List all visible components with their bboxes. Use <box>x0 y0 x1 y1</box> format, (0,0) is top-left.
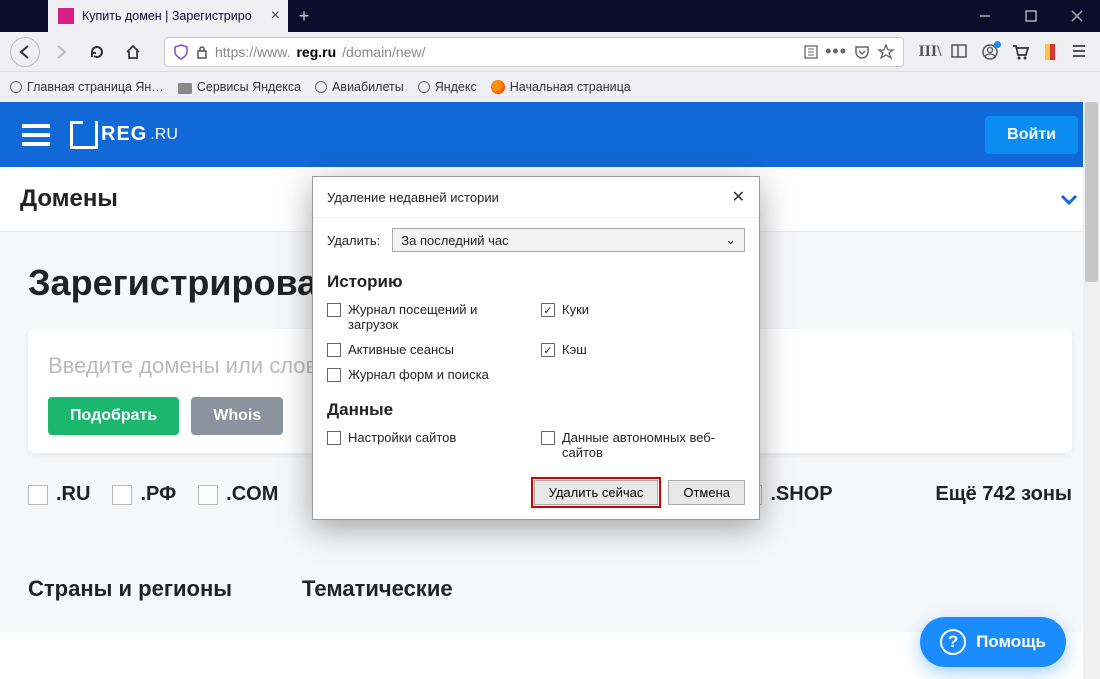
titlebar: Купить домен | Зарегистриро × + <box>0 0 1100 32</box>
scroll-thumb[interactable] <box>1085 102 1098 282</box>
question-icon: ? <box>940 629 966 655</box>
minimize-icon <box>979 10 991 22</box>
zone-checkbox[interactable]: .RU <box>28 483 90 506</box>
arrow-right-icon <box>53 44 69 60</box>
cart-icon[interactable] <box>1010 42 1030 62</box>
zone-checkbox[interactable]: .COM <box>198 483 278 506</box>
site-logo[interactable]: REG .RU <box>70 121 178 149</box>
zone-tabs: Страны и регионы Тематические <box>28 576 1072 602</box>
bookmark-label: Сервисы Яндекса <box>197 80 301 94</box>
new-tab-button[interactable]: + <box>288 0 320 32</box>
checkbox-cache[interactable]: Кэш <box>541 342 745 357</box>
tab-countries[interactable]: Страны и регионы <box>28 576 232 602</box>
tab-thematic[interactable]: Тематические <box>302 576 453 602</box>
bookmark-label: Яндекс <box>435 80 477 94</box>
forward-button[interactable] <box>46 37 76 67</box>
zone-label: .COM <box>226 483 278 506</box>
logo-ru: .RU <box>150 126 178 144</box>
pocket-icon[interactable] <box>853 43 871 61</box>
bookmark-item[interactable]: Авиабилеты <box>315 80 404 94</box>
checkbox-cookies[interactable]: Куки <box>541 302 745 317</box>
data-section-title: Данные <box>313 390 759 426</box>
address-bar[interactable]: https://www. reg.ru/domain/new/ ••• <box>164 37 904 67</box>
cancel-button[interactable]: Отмена <box>668 480 745 505</box>
firefox-icon <box>491 80 505 94</box>
bookmark-flag-icon[interactable] <box>1040 42 1060 62</box>
clear-history-dialog: Удаление недавней истории ✕ Удалить: За … <box>312 176 760 520</box>
checkbox-site-settings[interactable]: Настройки сайтов <box>327 430 531 445</box>
maximize-icon <box>1025 10 1037 22</box>
url-toolbar: https://www. reg.ru/domain/new/ ••• III\ <box>0 32 1100 72</box>
bookmark-item[interactable]: Начальная страница <box>491 80 631 94</box>
dialog-title: Удаление недавней истории <box>327 190 499 205</box>
checkbox-sessions[interactable]: Активные сеансы <box>327 342 531 357</box>
checkbox-forms[interactable]: Журнал форм и поиска <box>327 367 531 382</box>
globe-icon <box>418 81 430 93</box>
home-icon <box>125 44 141 60</box>
close-icon <box>1071 10 1083 22</box>
zone-label: .РФ <box>140 483 176 506</box>
whois-button[interactable]: Whois <box>191 397 283 435</box>
chevron-down-icon: ⌄ <box>725 232 736 248</box>
reload-button[interactable] <box>82 37 112 67</box>
site-menu-button[interactable] <box>22 124 50 146</box>
pick-button[interactable]: Подобрать <box>48 397 179 435</box>
category-label: Домены <box>20 185 118 213</box>
logo-reg: REG <box>101 123 147 146</box>
zone-checkbox[interactable]: .РФ <box>112 483 176 506</box>
star-icon[interactable] <box>877 43 895 61</box>
browser-tab[interactable]: Купить домен | Зарегистриро × <box>48 0 288 32</box>
back-button[interactable] <box>10 37 40 67</box>
sidebar-icon[interactable] <box>950 42 970 62</box>
time-range-value: За последний час <box>401 233 508 248</box>
help-label: Помощь <box>976 632 1046 652</box>
shield-icon <box>173 44 189 60</box>
url-scheme: https://www. <box>215 44 290 60</box>
clear-now-button[interactable]: Удалить сейчас <box>534 480 659 505</box>
more-zones-link[interactable]: Ещё 742 зоны <box>935 483 1072 506</box>
login-button[interactable]: Войти <box>985 116 1078 154</box>
tab-title: Купить домен | Зарегистриро <box>82 9 263 23</box>
app-menu-icon[interactable] <box>1070 42 1090 62</box>
help-button[interactable]: ? Помощь <box>920 617 1066 667</box>
vertical-scrollbar[interactable] <box>1083 102 1100 679</box>
home-button[interactable] <box>118 37 148 67</box>
bookmark-label: Авиабилеты <box>332 80 404 94</box>
bookmark-item[interactable]: Главная страница Ян… <box>10 80 164 94</box>
checkbox-visits[interactable]: Журнал посещений и загрузок <box>327 302 531 332</box>
zone-label: .RU <box>56 483 90 506</box>
window-close-button[interactable] <box>1054 0 1100 32</box>
folder-icon <box>178 83 192 94</box>
globe-icon <box>10 81 22 93</box>
page-actions-icon[interactable]: ••• <box>825 41 847 62</box>
range-label: Удалить: <box>327 233 380 248</box>
bookmarks-bar: Главная страница Ян… Сервисы Яндекса Ави… <box>0 72 1100 102</box>
window-minimize-button[interactable] <box>962 0 1008 32</box>
bookmark-label: Начальная страница <box>510 80 631 94</box>
bookmark-label: Главная страница Ян… <box>27 80 164 94</box>
logo-icon <box>70 121 98 149</box>
url-path: /domain/new/ <box>342 44 425 60</box>
site-favicon <box>58 8 74 24</box>
url-host: reg.ru <box>296 44 336 60</box>
dialog-close-button[interactable]: ✕ <box>732 187 745 207</box>
reload-icon <box>89 44 105 60</box>
library-icon[interactable]: III\ <box>920 42 940 62</box>
window-maximize-button[interactable] <box>1008 0 1054 32</box>
zone-label: .SHOP <box>770 483 832 506</box>
tab-close-icon[interactable]: × <box>271 7 280 25</box>
checkbox-offline-data[interactable]: Данные автономных веб-сайтов <box>541 430 745 460</box>
reader-icon[interactable] <box>803 44 819 60</box>
globe-icon <box>315 81 327 93</box>
account-icon[interactable] <box>980 42 1000 62</box>
site-header: REG .RU Войти <box>0 102 1100 167</box>
lock-icon <box>195 45 209 59</box>
history-section-title: Историю <box>313 262 759 298</box>
chevron-down-icon <box>1058 188 1080 210</box>
bookmark-item[interactable]: Сервисы Яндекса <box>178 80 301 94</box>
arrow-left-icon <box>17 44 33 60</box>
time-range-select[interactable]: За последний час ⌄ <box>392 228 745 252</box>
bookmark-item[interactable]: Яндекс <box>418 80 477 94</box>
